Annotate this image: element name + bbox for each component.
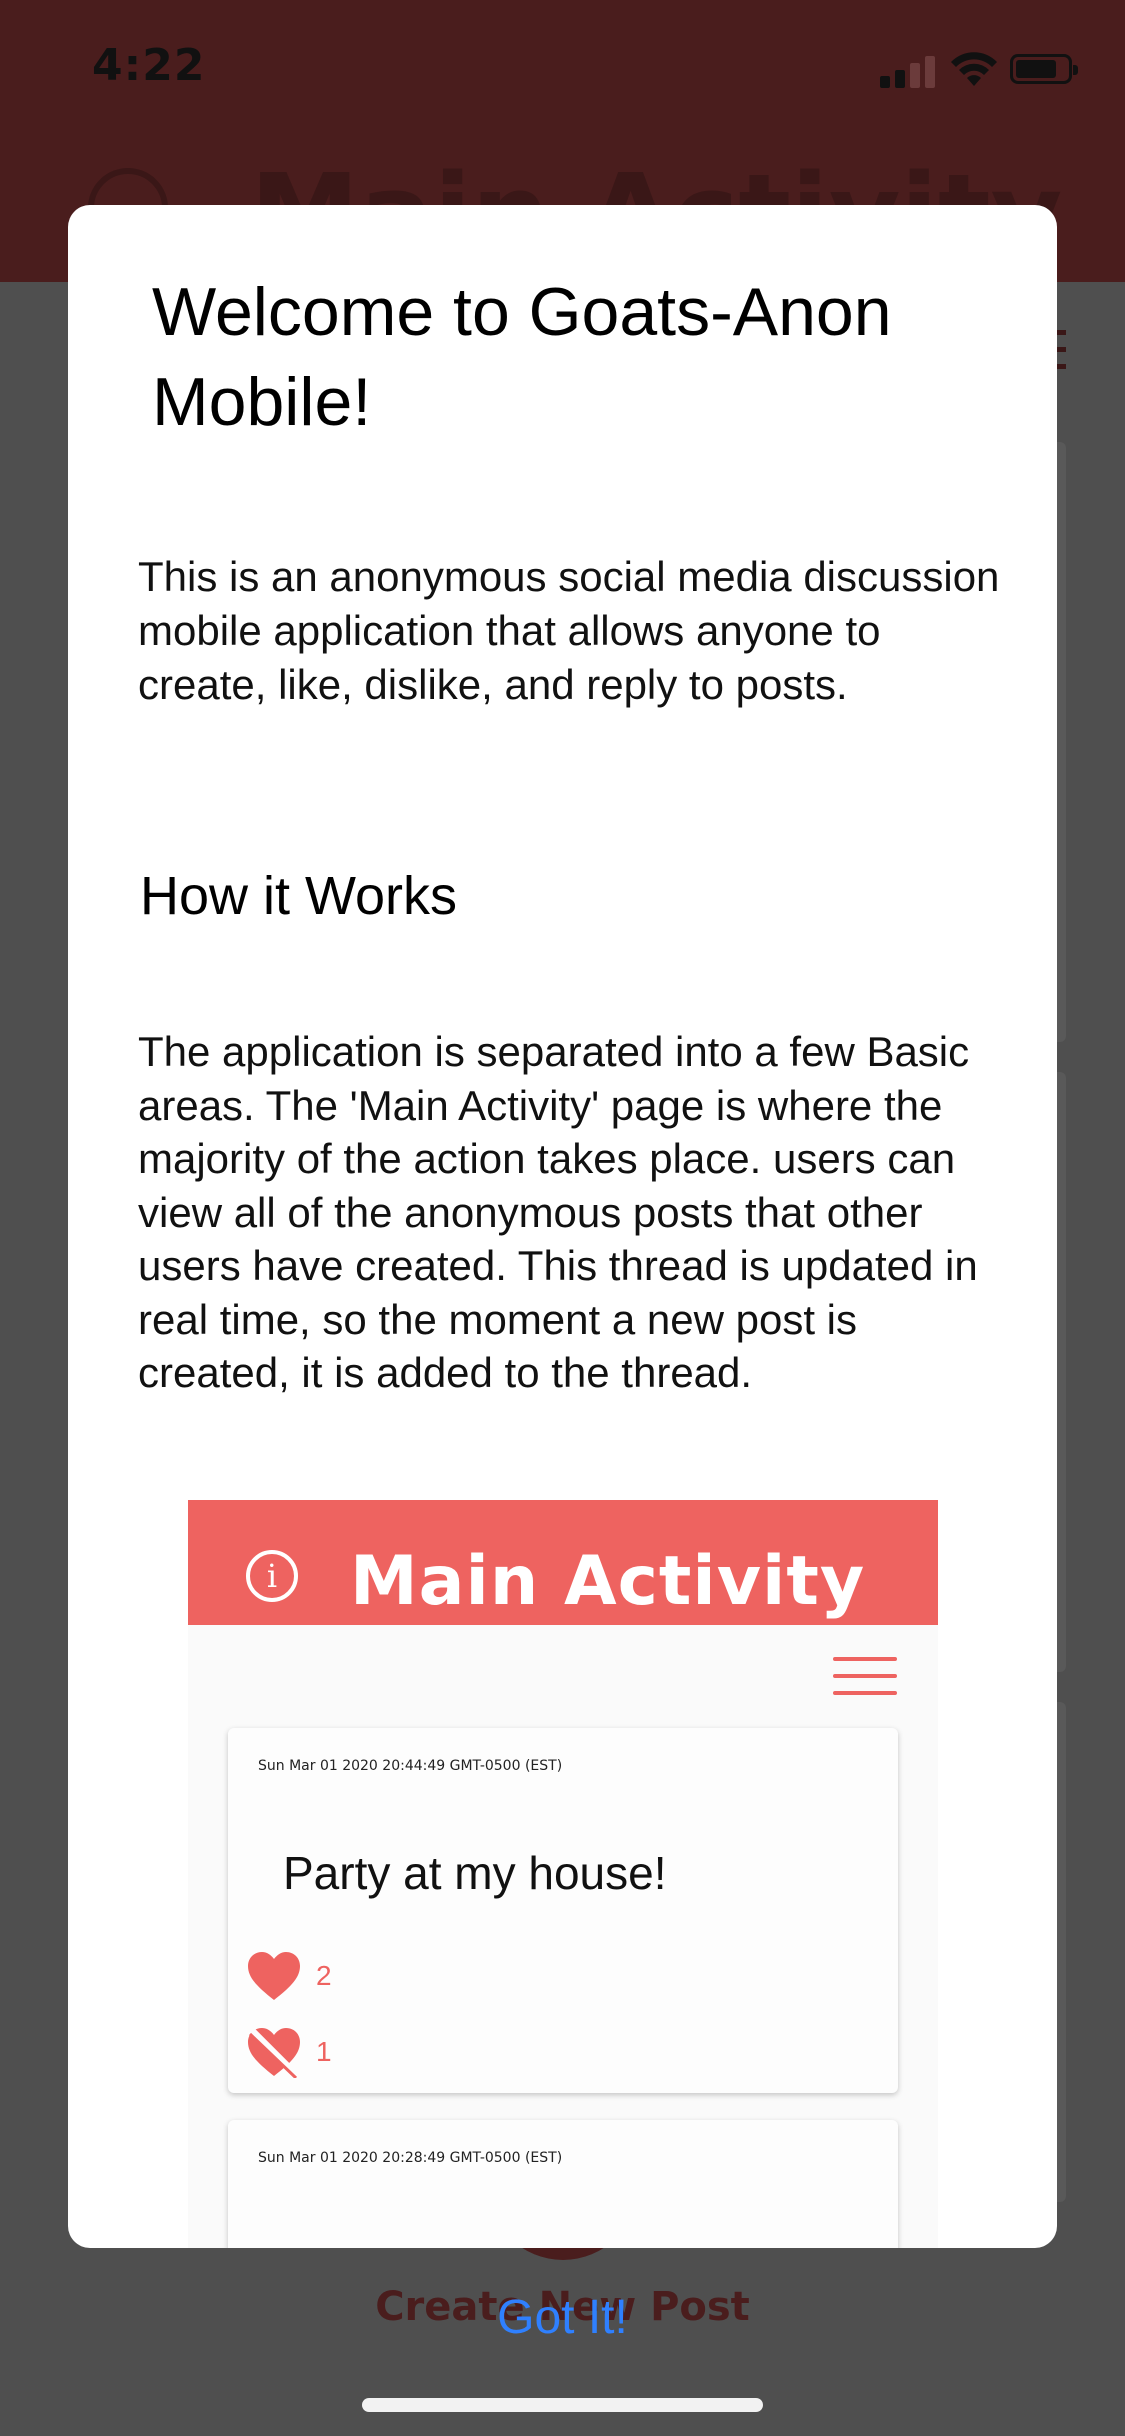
post-card: Sun Mar 01 2020 20:28:49 GMT-0500 (EST) bbox=[228, 2120, 898, 2248]
broken-heart-icon bbox=[248, 2027, 301, 2078]
screenshot-feed: Sun Mar 01 2020 20:44:49 GMT-0500 (EST) … bbox=[188, 1625, 938, 2248]
wifi-icon bbox=[951, 52, 997, 86]
hamburger-menu-icon bbox=[833, 1657, 897, 1697]
post-date: Sun Mar 01 2020 20:44:49 GMT-0500 (EST) bbox=[258, 1758, 563, 1774]
dislike-button: 1 bbox=[246, 2024, 366, 2080]
heart-icon bbox=[248, 1952, 300, 2000]
got-it-button[interactable]: Got It! bbox=[0, 2290, 1125, 2345]
like-button: 2 bbox=[246, 1948, 366, 2004]
cellular-signal-icon bbox=[880, 52, 936, 88]
status-time: 4:22 bbox=[92, 40, 206, 91]
screenshot-title: Main Activity bbox=[350, 1542, 866, 1621]
screenshot-header: i Main Activity bbox=[188, 1500, 938, 1625]
home-indicator bbox=[362, 2398, 763, 2412]
info-icon: i bbox=[246, 1550, 298, 1602]
modal-title: Welcome to Goats-Anon Mobile! bbox=[152, 274, 892, 440]
like-count: 2 bbox=[316, 1960, 332, 1991]
main-activity-screenshot: i Main Activity Sun Mar 01 2020 20:44:49… bbox=[188, 1500, 938, 2248]
how-it-works-paragraph: The application is separated into a few … bbox=[138, 1028, 978, 1396]
status-bar: 4:22 bbox=[0, 0, 1125, 140]
intro-paragraph: This is an anonymous social media discus… bbox=[138, 553, 1000, 708]
dislike-count: 1 bbox=[316, 2036, 332, 2067]
welcome-modal: Welcome to Goats-Anon Mobile! This is an… bbox=[68, 205, 1057, 2248]
post-text: Party at my house! bbox=[283, 1847, 667, 1899]
how-it-works-heading: How it Works bbox=[140, 866, 458, 926]
post-date: Sun Mar 01 2020 20:28:49 GMT-0500 (EST) bbox=[258, 2150, 563, 2166]
battery-icon bbox=[1010, 54, 1078, 84]
post-card: Sun Mar 01 2020 20:44:49 GMT-0500 (EST) … bbox=[228, 1728, 898, 2093]
